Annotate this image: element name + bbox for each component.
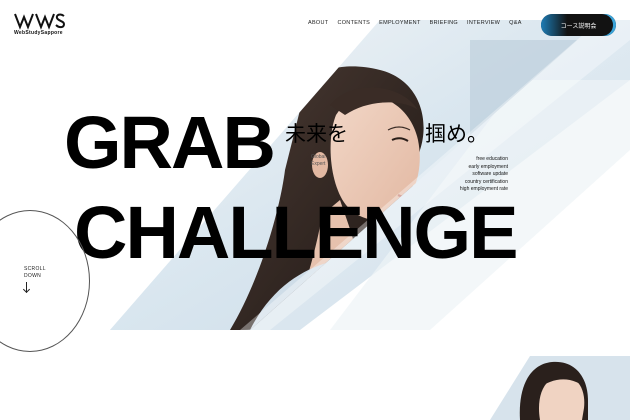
headline-grab: GRAB (64, 101, 276, 184)
course-briefing-label: コース説明会 (560, 23, 597, 30)
feature-item: early employment (468, 163, 508, 170)
nav-qa[interactable]: Q&A (509, 20, 522, 26)
feature-list: free education early employment software… (460, 156, 508, 194)
nav-employment[interactable]: EMPLOYMENT (379, 20, 421, 26)
scroll-label-line: DOWN (24, 273, 42, 279)
jp-catch-left: 未来を (285, 122, 348, 146)
jp-catch-right: 掴め。 (425, 122, 488, 146)
feature-item: free education (476, 156, 508, 162)
nav-briefing[interactable]: BRIEFING (430, 20, 458, 26)
logo-mark-icon (14, 13, 66, 30)
scroll-label-line: SCROLL (24, 266, 46, 272)
small-text-line: Global (311, 154, 326, 160)
section-photo (490, 356, 630, 420)
nav-interview[interactable]: INTERVIEW (467, 20, 500, 26)
main-nav: ABOUT CONTENTS EMPLOYMENT BRIEFING INTER… (308, 20, 522, 26)
small-text-line: Expert (311, 161, 326, 167)
feature-item: country certification (464, 178, 508, 185)
site-logo[interactable]: WebStudySappore (14, 12, 74, 38)
feature-item: high employment rate (459, 186, 508, 192)
hero-small-text: Global Expert (311, 154, 325, 168)
nav-about[interactable]: ABOUT (308, 20, 328, 26)
logo-text: WebStudySappore (14, 30, 63, 36)
scroll-down-label[interactable]: SCROLL DOWN (24, 266, 46, 280)
course-briefing-button[interactable]: コース説明会 (541, 14, 616, 36)
arrow-down-icon (26, 282, 27, 292)
nav-contents[interactable]: CONTENTS (337, 20, 370, 26)
feature-item: software update (472, 171, 508, 177)
headline-challenge: CHALLENGE (74, 191, 518, 274)
